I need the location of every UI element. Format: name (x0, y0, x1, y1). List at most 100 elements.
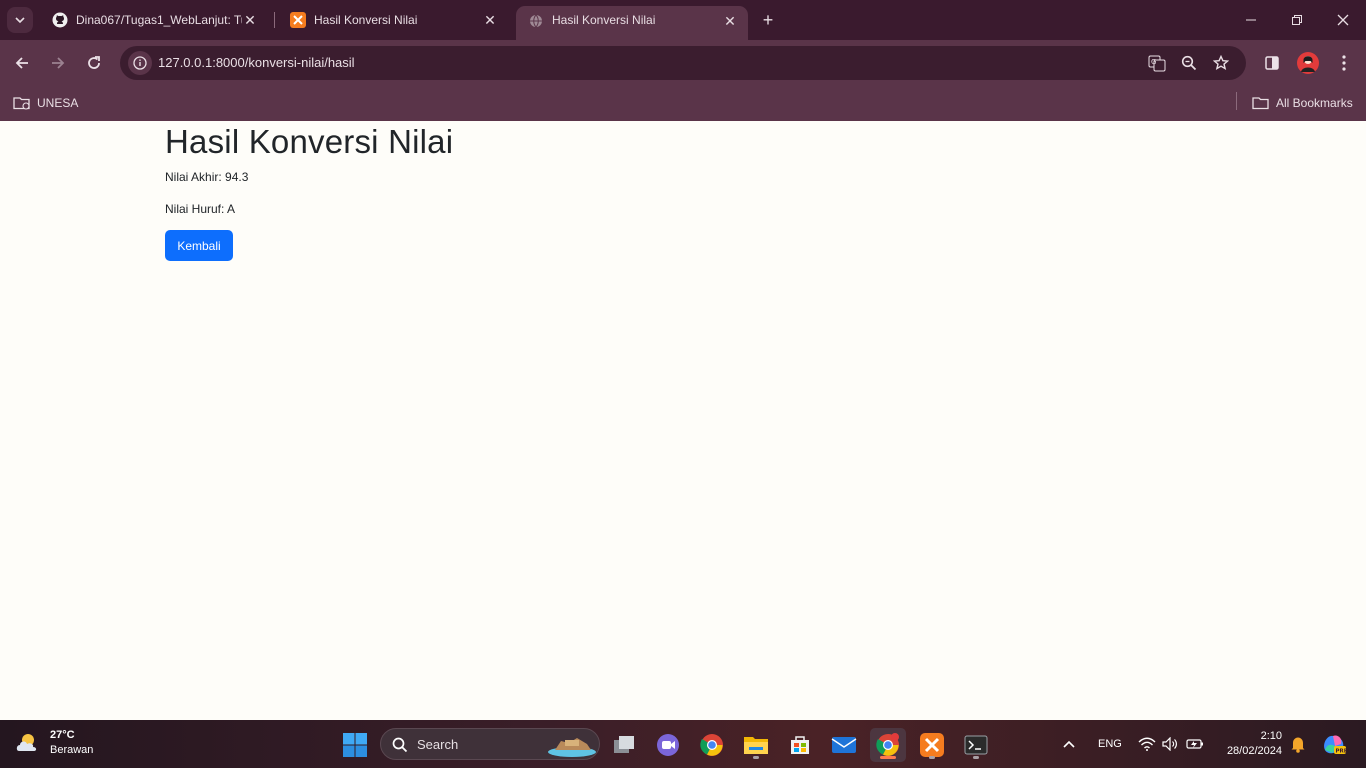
avatar-icon (1297, 52, 1319, 74)
store-icon (791, 736, 809, 754)
xampp-icon (920, 733, 944, 757)
reload-button[interactable] (80, 49, 108, 77)
star-icon[interactable] (1212, 54, 1230, 72)
file-explorer-button[interactable] (738, 728, 774, 762)
windows-icon (343, 733, 367, 757)
terminal-app-button[interactable] (958, 728, 994, 762)
chevron-down-icon (15, 17, 25, 24)
bookmark-folder-unesa[interactable]: UNESA (13, 92, 78, 114)
xampp-icon (290, 12, 306, 28)
tab-active[interactable]: Hasil Konversi Nilai ✕ (516, 6, 748, 40)
weather-temperature: 27°C (50, 729, 75, 741)
restore-button[interactable] (1274, 0, 1320, 40)
folder-icon (1252, 96, 1270, 110)
letter-grade-text: Nilai Huruf: A (165, 202, 236, 216)
side-panel-icon (1265, 56, 1279, 70)
terminal-icon (964, 735, 988, 755)
language-indicator[interactable]: ENG (1098, 720, 1122, 768)
browser-toolbar: 127.0.0.1:8000/konversi-nilai/hasil G (0, 40, 1366, 86)
translate-icon[interactable]: G (1148, 54, 1166, 72)
running-indicator (753, 756, 759, 759)
copilot-icon[interactable]: PRE (1321, 720, 1347, 768)
tab-github[interactable]: Dina067/Tugas1_WebLanjut: Tu ✕ (40, 6, 268, 34)
start-button[interactable] (342, 732, 368, 758)
running-indicator (973, 756, 979, 759)
minimize-icon (1246, 19, 1256, 21)
back-button[interactable] (8, 49, 36, 77)
chevron-up-icon (1063, 740, 1075, 748)
tab-title: Dina067/Tugas1_WebLanjut: Tu (76, 13, 242, 27)
bookmark-label: All Bookmarks (1276, 96, 1353, 110)
folder-icon (13, 96, 31, 110)
arrow-right-icon (52, 57, 65, 69)
tab-search-button[interactable] (7, 7, 33, 33)
active-indicator (880, 756, 896, 759)
more-vertical-icon (1342, 55, 1346, 71)
cloudy-weather-icon (16, 734, 37, 751)
close-window-button[interactable] (1320, 0, 1366, 40)
chrome-icon (876, 733, 899, 756)
xampp-app-button[interactable] (914, 728, 950, 762)
store-button[interactable] (782, 728, 818, 762)
globe-icon (528, 13, 544, 29)
address-bar[interactable]: 127.0.0.1:8000/konversi-nilai/hasil G (120, 46, 1246, 80)
page-title: Hasil Konversi Nilai (165, 123, 454, 160)
taskbar: 27°C Berawan Search ENG 2:10 28/02/2024 … (0, 720, 1366, 768)
search-highlight-illustration (548, 738, 596, 757)
weather-description: Berawan (50, 744, 94, 756)
mail-button[interactable] (826, 728, 862, 762)
folder-icon (744, 737, 768, 754)
bookmark-separator (1236, 92, 1237, 110)
close-icon[interactable]: ✕ (242, 12, 258, 28)
tab-hasil-konversi[interactable]: Hasil Konversi Nilai ✕ (278, 6, 508, 34)
url-text: 127.0.0.1:8000/konversi-nilai/hasil (158, 55, 355, 70)
chat-icon (657, 734, 679, 756)
running-indicator (929, 756, 935, 759)
svg-text:PRE: PRE (1336, 749, 1348, 755)
show-hidden-icons-button[interactable] (1062, 720, 1076, 768)
minimize-button[interactable] (1228, 0, 1274, 40)
forward-button[interactable] (44, 49, 72, 77)
tab-strip: Dina067/Tugas1_WebLanjut: Tu ✕ Hasil Kon… (0, 0, 1366, 40)
close-icon[interactable]: ✕ (482, 12, 498, 28)
menu-button[interactable] (1332, 51, 1356, 75)
final-score-text: Nilai Akhir: 94.3 (165, 170, 249, 184)
zoom-icon[interactable] (1180, 54, 1198, 72)
side-panel-button[interactable] (1260, 51, 1284, 75)
battery-icon[interactable] (1186, 720, 1204, 768)
all-bookmarks-button[interactable]: All Bookmarks (1252, 92, 1353, 114)
task-view-icon (614, 736, 634, 753)
close-icon[interactable]: ✕ (722, 13, 738, 29)
teams-chat-button[interactable] (650, 728, 686, 762)
notification-bell-icon[interactable] (1290, 720, 1306, 768)
arrow-left-icon (15, 57, 28, 69)
reload-icon (88, 56, 100, 69)
new-tab-button[interactable]: + (758, 10, 778, 30)
page-content: Hasil Konversi Nilai Nilai Akhir: 94.3 N… (0, 121, 1366, 720)
tab-title: Hasil Konversi Nilai (552, 13, 656, 27)
bookmark-label: UNESA (37, 96, 79, 110)
search-icon (392, 737, 408, 753)
clock[interactable]: 2:10 28/02/2024 (1227, 729, 1282, 759)
bookmarks-bar: UNESA All Bookmarks (0, 86, 1366, 121)
restore-icon (1292, 15, 1302, 25)
tab-title: Hasil Konversi Nilai (314, 13, 418, 27)
github-icon (52, 12, 68, 28)
close-icon (1337, 14, 1349, 26)
svg-text:G: G (1151, 58, 1156, 66)
clock-time: 2:10 (1260, 730, 1282, 742)
chrome-app-button[interactable] (694, 728, 730, 762)
chrome-icon (700, 734, 723, 756)
clock-date: 28/02/2024 (1226, 745, 1282, 757)
wifi-icon[interactable] (1138, 720, 1156, 768)
site-info-icon[interactable] (128, 51, 152, 75)
weather-widget[interactable]: 27°C Berawan (14, 728, 93, 758)
chrome-active-app-button[interactable] (870, 728, 906, 762)
back-button-kembali[interactable]: Kembali (165, 230, 233, 261)
taskbar-search[interactable]: Search (380, 728, 600, 760)
volume-icon[interactable] (1162, 720, 1178, 768)
task-view-button[interactable] (606, 728, 642, 762)
profile-avatar[interactable] (1296, 51, 1320, 75)
tab-separator (274, 12, 275, 28)
search-label: Search (417, 737, 459, 752)
